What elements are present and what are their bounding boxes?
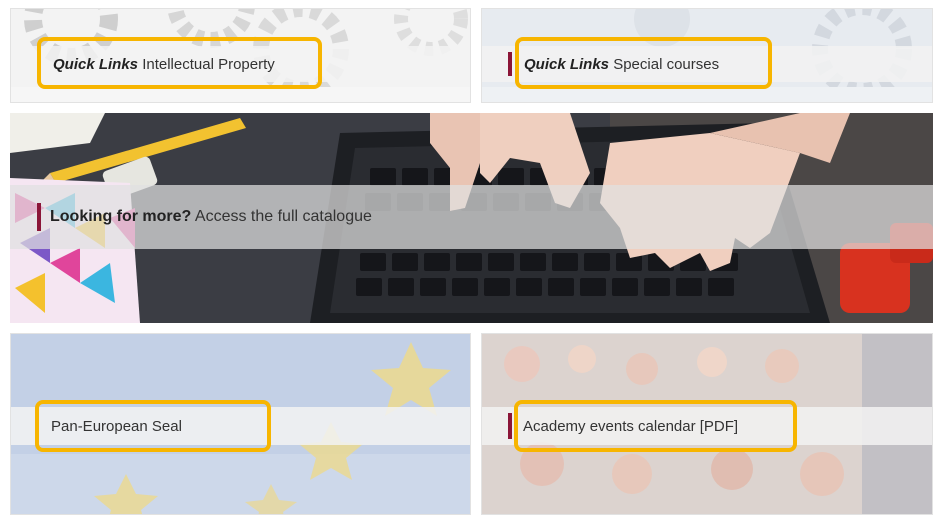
caption-bar: Looking for more? Access the full catalo… [10,185,933,249]
tile-label: Looking for more? Access the full catalo… [50,208,372,225]
tile-events-calendar[interactable]: Academy events calendar [PDF] [481,333,933,515]
tile-label: Academy events calendar [PDF] [523,417,739,435]
tile-full-catalogue[interactable]: Looking for more? Access the full catalo… [10,113,933,323]
tile-intellectual-property[interactable]: Quick Links Intellectual Property [10,8,471,103]
tile-pan-european-seal[interactable]: Pan-European Seal [10,333,471,515]
tile-label: Quick Links Intellectual Property [53,55,275,73]
caption-bar: Pan-European Seal [11,407,470,445]
accent-bar [37,203,41,231]
accent-bar [508,52,512,76]
tile-label: Quick Links Special courses [524,55,720,73]
tile-label: Pan-European Seal [51,417,182,435]
caption-bar: Academy events calendar [PDF] [482,407,932,445]
accent-bar [508,413,512,439]
caption-bar: Quick Links Intellectual Property [11,46,470,82]
caption-bar: Quick Links Special courses [482,46,932,82]
tile-special-courses[interactable]: Quick Links Special courses [481,8,933,103]
